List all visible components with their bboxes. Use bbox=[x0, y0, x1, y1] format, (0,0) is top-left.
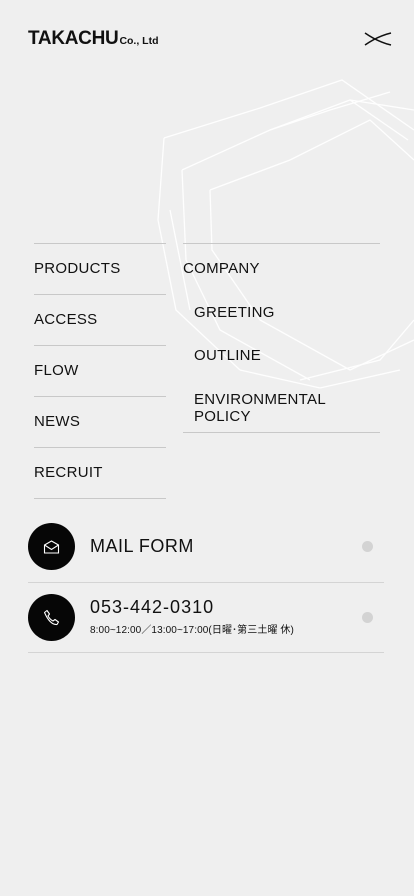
mail-indicator-dot bbox=[362, 541, 373, 552]
phone-icon bbox=[43, 609, 60, 626]
logo-main-text: TAKACHU bbox=[28, 28, 119, 49]
company-nav: COMPANY GREETING OUTLINE ENVIRONMENTAL P… bbox=[183, 243, 380, 433]
envelope-icon bbox=[43, 539, 60, 554]
nav-item-flow[interactable]: FLOW bbox=[34, 346, 166, 397]
nav-item-company[interactable]: COMPANY bbox=[183, 260, 260, 277]
nav-item-products[interactable]: PRODUCTS bbox=[34, 244, 166, 295]
logo-sub-text: Co., Ltd bbox=[119, 35, 159, 47]
close-menu-button[interactable] bbox=[364, 30, 392, 48]
nav-subitem-greeting[interactable]: GREETING bbox=[194, 304, 275, 321]
main-nav: PRODUCTS ACCESS FLOW NEWS RECRUIT bbox=[34, 243, 166, 499]
nav-item-recruit[interactable]: RECRUIT bbox=[34, 448, 166, 499]
mail-circle bbox=[28, 523, 75, 570]
nav-subitem-outline[interactable]: OUTLINE bbox=[194, 347, 261, 364]
phone-indicator-dot bbox=[362, 612, 373, 623]
close-icon bbox=[364, 32, 392, 46]
nav-subitem-environmental-policy[interactable]: ENVIRONMENTAL POLICY bbox=[194, 391, 380, 425]
business-hours: 8:00~12:00／13:00~17:00(日曜･第三土曜 休) bbox=[90, 625, 294, 636]
mail-form-label: MAIL FORM bbox=[90, 536, 194, 556]
mail-form-link[interactable]: MAIL FORM bbox=[28, 517, 384, 583]
company-logo[interactable]: TAKACHU Co., Ltd bbox=[28, 28, 159, 50]
phone-link[interactable]: 053-442-0310 8:00~12:00／13:00~17:00(日曜･第… bbox=[28, 583, 384, 653]
nav-item-access[interactable]: ACCESS bbox=[34, 295, 166, 346]
nav-item-news[interactable]: NEWS bbox=[34, 397, 166, 448]
phone-circle bbox=[28, 594, 75, 641]
phone-number: 053-442-0310 bbox=[90, 597, 215, 617]
